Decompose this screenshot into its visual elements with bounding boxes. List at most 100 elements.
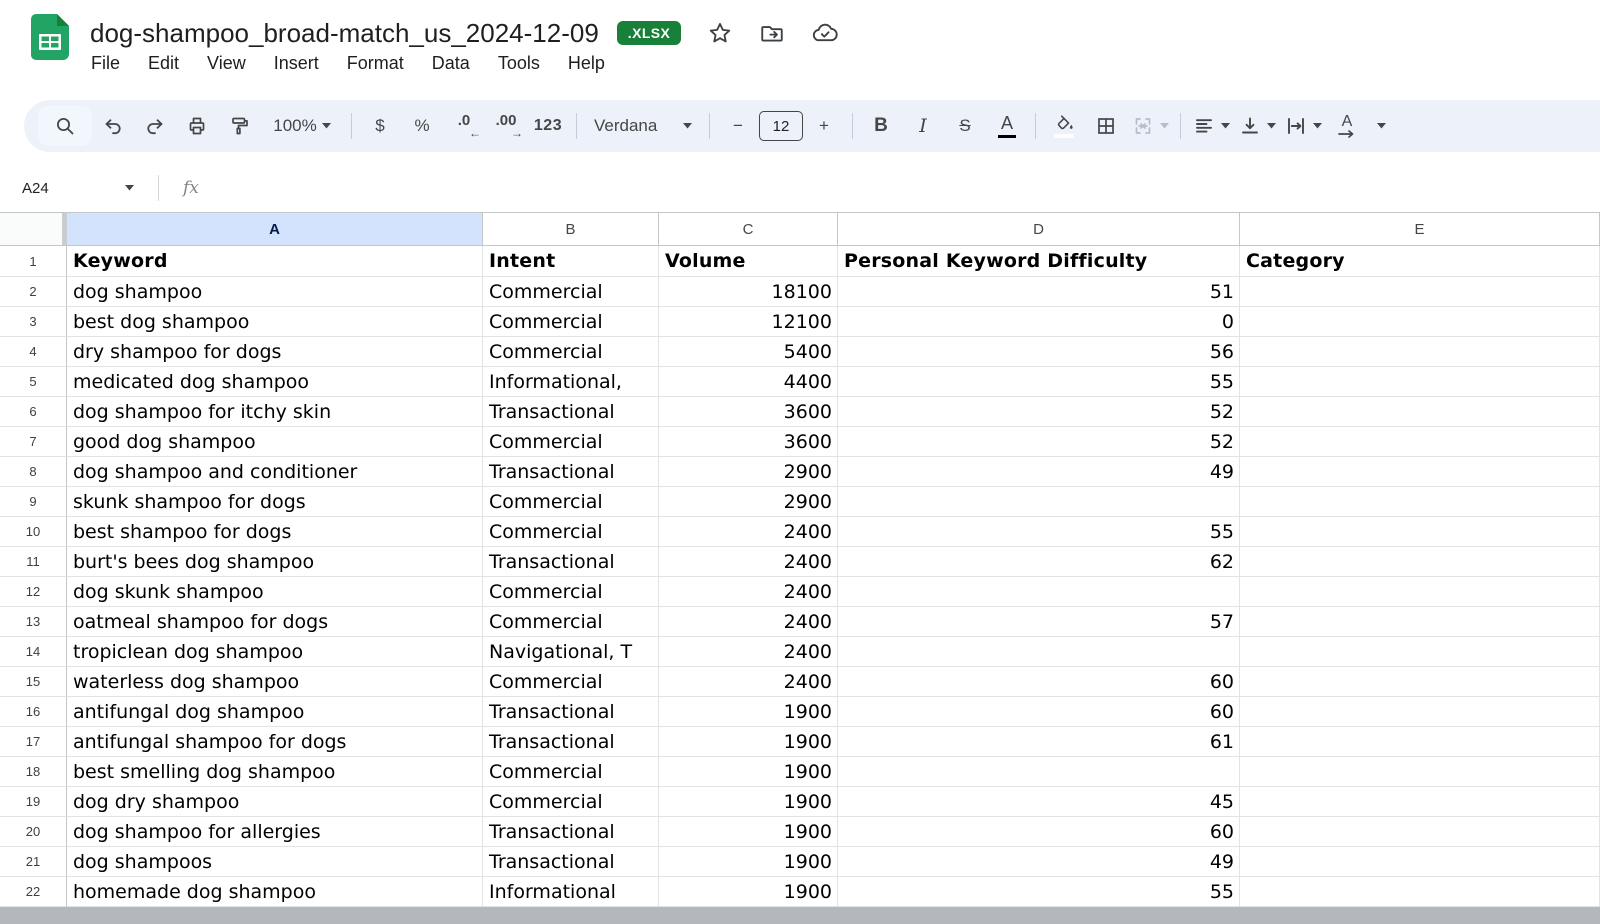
row-header-6[interactable]: 6 [0,397,67,427]
cell-E4[interactable] [1240,337,1600,367]
cell-A9[interactable]: skunk shampoo for dogs [67,487,483,517]
cell-A21[interactable]: dog shampoos [67,847,483,877]
cell-C16[interactable]: 1900 [659,697,838,727]
menu-format[interactable]: Format [347,53,404,74]
cell-B9[interactable]: Commercial [483,487,659,517]
cell-C21[interactable]: 1900 [659,847,838,877]
cell-D12[interactable] [838,577,1240,607]
menu-edit[interactable]: Edit [148,53,179,74]
cell-E7[interactable] [1240,427,1600,457]
cell-E19[interactable] [1240,787,1600,817]
cell-E22[interactable] [1240,877,1600,907]
cell-B10[interactable]: Commercial [483,517,659,547]
cell-C3[interactable]: 12100 [659,307,838,337]
cell-B16[interactable]: Transactional [483,697,659,727]
cell-D18[interactable] [838,757,1240,787]
row-header-21[interactable]: 21 [0,847,67,877]
text-rotation-button[interactable]: A [1326,106,1368,146]
cell-A20[interactable]: dog shampoo for allergies [67,817,483,847]
cell-C22[interactable]: 1900 [659,877,838,907]
cell-D7[interactable]: 52 [838,427,1240,457]
column-header-A[interactable]: A [67,213,483,246]
cell-D15[interactable]: 60 [838,667,1240,697]
cell-A19[interactable]: dog dry shampoo [67,787,483,817]
fx-icon[interactable]: fx [183,178,199,198]
column-header-E[interactable]: E [1240,213,1600,246]
cell-E2[interactable] [1240,277,1600,307]
cell-C12[interactable]: 2400 [659,577,838,607]
row-header-17[interactable]: 17 [0,727,67,757]
cell-D10[interactable]: 55 [838,517,1240,547]
row-header-8[interactable]: 8 [0,457,67,487]
cell-C11[interactable]: 2400 [659,547,838,577]
menu-data[interactable]: Data [432,53,470,74]
row-header-10[interactable]: 10 [0,517,67,547]
cell-A15[interactable]: waterless dog shampoo [67,667,483,697]
cell-E6[interactable] [1240,397,1600,427]
cell-C20[interactable]: 1900 [659,817,838,847]
borders-button[interactable] [1085,106,1127,146]
bold-button[interactable]: B [860,106,902,146]
cell-E10[interactable] [1240,517,1600,547]
cell-E13[interactable] [1240,607,1600,637]
decrease-font-size-button[interactable]: − [717,106,759,146]
cell-D3[interactable]: 0 [838,307,1240,337]
cell-D1[interactable]: Personal Keyword Difficulty [838,246,1240,277]
cell-D11[interactable]: 62 [838,547,1240,577]
increase-decimal-button[interactable]: .00 → [485,106,527,146]
cell-E14[interactable] [1240,637,1600,667]
cell-D17[interactable]: 61 [838,727,1240,757]
cell-E5[interactable] [1240,367,1600,397]
cell-C8[interactable]: 2900 [659,457,838,487]
cell-D13[interactable]: 57 [838,607,1240,637]
zoom-control[interactable]: 100% [260,106,344,146]
cell-E18[interactable] [1240,757,1600,787]
cell-C15[interactable]: 2400 [659,667,838,697]
row-header-18[interactable]: 18 [0,757,67,787]
cell-B17[interactable]: Transactional [483,727,659,757]
menu-view[interactable]: View [207,53,246,74]
cell-B8[interactable]: Transactional [483,457,659,487]
format-percent-button[interactable]: % [401,106,443,146]
menu-insert[interactable]: Insert [274,53,319,74]
document-title[interactable]: dog-shampoo_broad-match_us_2024-12-09 [90,18,599,49]
cell-A5[interactable]: medicated dog shampoo [67,367,483,397]
row-header-1[interactable]: 1 [0,246,67,277]
cell-A18[interactable]: best smelling dog shampoo [67,757,483,787]
cell-D21[interactable]: 49 [838,847,1240,877]
row-header-19[interactable]: 19 [0,787,67,817]
fill-color-button[interactable] [1043,106,1085,146]
cell-B13[interactable]: Commercial [483,607,659,637]
select-all-corner[interactable] [0,213,67,246]
cell-E15[interactable] [1240,667,1600,697]
font-size-input[interactable]: 12 [759,111,803,141]
cell-E9[interactable] [1240,487,1600,517]
cell-A8[interactable]: dog shampoo and conditioner [67,457,483,487]
cell-C5[interactable]: 4400 [659,367,838,397]
cell-C19[interactable]: 1900 [659,787,838,817]
text-rotation-caret[interactable] [1368,106,1390,146]
cloud-saved-icon[interactable] [811,19,839,47]
move-to-folder-icon[interactable] [759,20,785,46]
cell-B18[interactable]: Commercial [483,757,659,787]
cell-D5[interactable]: 55 [838,367,1240,397]
italic-button[interactable]: I [902,106,944,146]
text-color-button[interactable]: A [986,106,1028,146]
cell-E17[interactable] [1240,727,1600,757]
cell-B15[interactable]: Commercial [483,667,659,697]
cell-B6[interactable]: Transactional [483,397,659,427]
cell-B11[interactable]: Transactional [483,547,659,577]
cell-C13[interactable]: 2400 [659,607,838,637]
strikethrough-button[interactable]: S [944,106,986,146]
name-box[interactable]: A24 [22,180,134,197]
row-header-20[interactable]: 20 [0,817,67,847]
cell-E20[interactable] [1240,817,1600,847]
column-header-C[interactable]: C [659,213,838,246]
row-header-5[interactable]: 5 [0,367,67,397]
redo-icon[interactable] [134,106,176,146]
xlsx-badge[interactable]: .XLSX [617,21,681,45]
cell-B4[interactable]: Commercial [483,337,659,367]
cell-D4[interactable]: 56 [838,337,1240,367]
cell-E21[interactable] [1240,847,1600,877]
cell-B3[interactable]: Commercial [483,307,659,337]
